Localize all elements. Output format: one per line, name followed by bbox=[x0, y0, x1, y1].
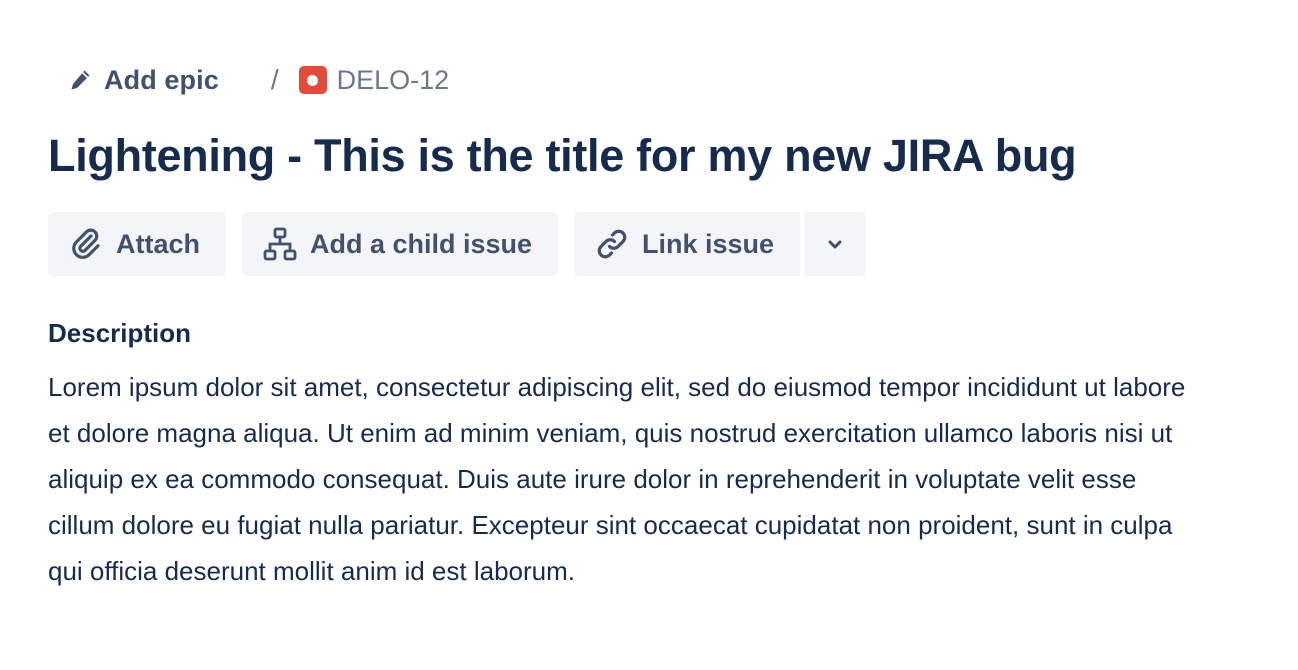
description-body[interactable]: Lorem ipsum dolor sit amet, consectetur … bbox=[48, 364, 1198, 594]
add-epic-button[interactable]: Add epic bbox=[60, 56, 227, 104]
link-issue-button[interactable]: Link issue bbox=[574, 212, 800, 276]
breadcrumb-separator: / bbox=[270, 64, 279, 95]
issue-key-link[interactable]: DELO-12 bbox=[298, 64, 450, 96]
more-actions-button[interactable] bbox=[804, 212, 866, 276]
add-child-issue-button[interactable]: Add a child issue bbox=[242, 212, 558, 276]
attach-button[interactable]: Attach bbox=[48, 212, 226, 276]
link-icon bbox=[594, 226, 630, 262]
link-issue-group: Link issue bbox=[574, 212, 866, 276]
description-heading: Description bbox=[48, 318, 192, 348]
hierarchy-icon bbox=[262, 226, 298, 262]
bug-icon bbox=[298, 66, 327, 94]
link-issue-label: Link issue bbox=[642, 228, 775, 259]
paperclip-icon bbox=[68, 226, 104, 262]
issue-title[interactable]: Lightening - This is the title for my ne… bbox=[48, 130, 1077, 182]
issue-key: DELO-12 bbox=[336, 64, 450, 95]
add-child-issue-label: Add a child issue bbox=[310, 228, 533, 259]
attach-label: Attach bbox=[116, 228, 201, 259]
issue-toolbar: Attach Add a child issue Link issue bbox=[48, 212, 866, 276]
pencil-icon bbox=[68, 68, 92, 92]
add-epic-label: Add epic bbox=[104, 64, 219, 95]
chevron-down-icon bbox=[825, 234, 845, 254]
breadcrumb: Add epic / DELO-12 bbox=[60, 56, 449, 104]
